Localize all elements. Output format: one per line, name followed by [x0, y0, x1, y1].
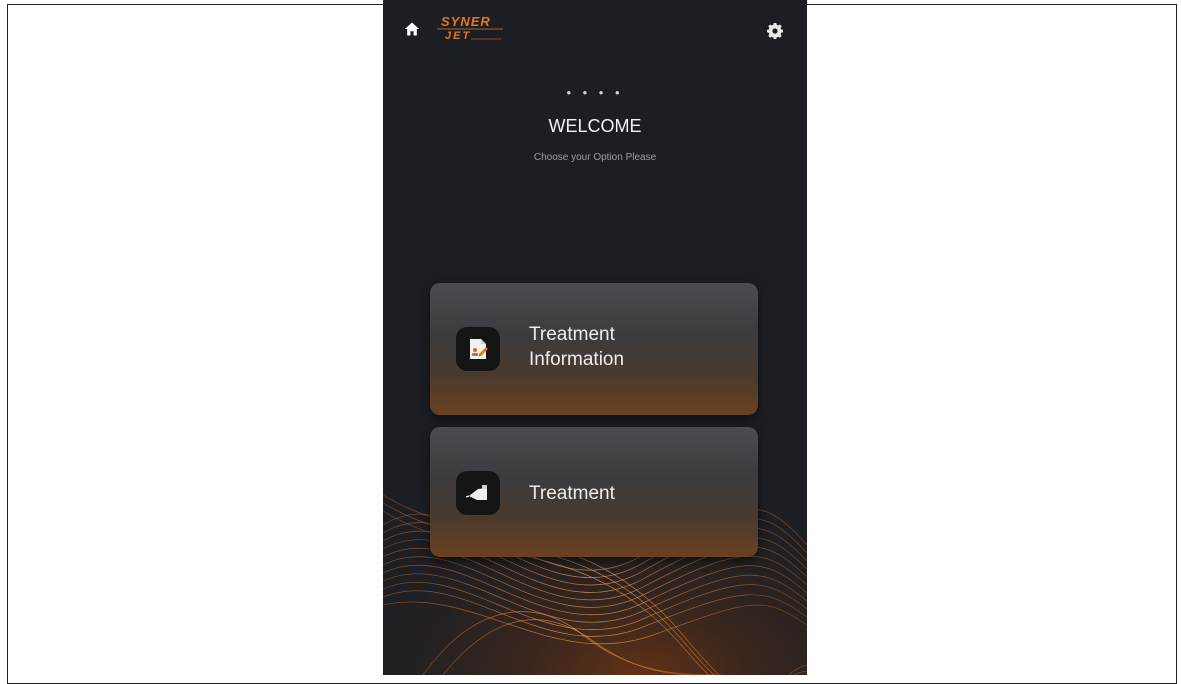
handpiece-icon [456, 471, 500, 515]
svg-text:SYNER: SYNER [441, 14, 491, 29]
home-icon [405, 22, 419, 36]
treatment-information-button[interactable]: Treatment Information [430, 283, 758, 415]
app-screen: SYNER JET • • • • WELCOME Choose your Op… [383, 0, 807, 675]
page-subtitle: Choose your Option Please [533, 152, 657, 163]
settings-button[interactable] [764, 20, 786, 42]
home-button[interactable] [401, 18, 423, 40]
document-icon [456, 327, 500, 371]
option-label: Treatment [529, 483, 615, 504]
svg-text:JET: JET [445, 30, 471, 42]
page-indicator-dots: • • • • [566, 85, 624, 100]
top-bar: SYNER JET [383, 0, 807, 60]
treatment-button[interactable]: Treatment [430, 427, 758, 557]
option-label: Treatment Information [529, 324, 625, 370]
page-title: WELCOME [548, 116, 642, 136]
gear-icon [767, 23, 783, 39]
synerjet-logo: SYNER JET [437, 14, 503, 42]
